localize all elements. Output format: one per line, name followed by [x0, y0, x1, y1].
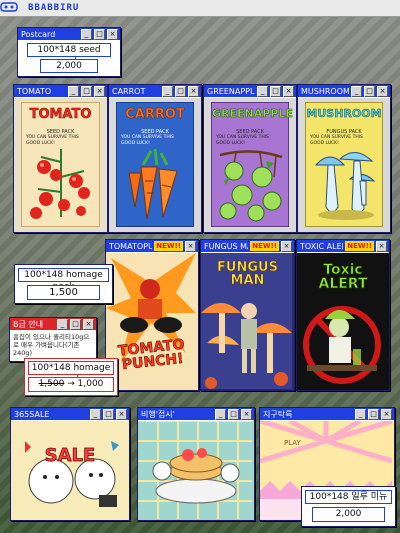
new-badge: NEW!! — [345, 241, 374, 251]
tomato-window[interactable]: TOMATO _ □ × TOMATO SEED PACK YOU CAN SU… — [13, 84, 108, 233]
window-title: TOXIC ALERT — [300, 241, 343, 251]
packet-name: MUSHROOM — [306, 107, 382, 121]
minimize-icon[interactable]: _ — [57, 318, 68, 330]
product-label: 100*148 seed pack — [27, 43, 111, 67]
art-title: Toxic ALERT — [318, 262, 368, 292]
packet-name: CARROT — [125, 107, 185, 123]
new-badge: NEW!! — [250, 241, 279, 251]
price-label: 2,000 — [40, 59, 98, 73]
window-title: TOMATOPUNCH! — [109, 241, 153, 251]
maximize-icon[interactable]: □ — [70, 318, 81, 330]
close-icon[interactable]: × — [241, 408, 252, 420]
sale-artwork — [11, 421, 127, 519]
window-title: CARROT — [112, 86, 146, 96]
minimize-icon[interactable]: _ — [90, 408, 101, 420]
packet-text: YOU CAN SURVIVE THIS GOOD LUCK! — [26, 135, 79, 146]
window-title: TOMATO — [17, 86, 52, 96]
new-price: 1,000 — [77, 379, 104, 389]
window-title: 지구탁륙 — [263, 409, 293, 419]
minimize-icon[interactable]: _ — [355, 408, 366, 420]
maximize-icon[interactable]: □ — [364, 85, 375, 97]
flying-plate-window[interactable]: 비행'접시' _ □ × — [137, 407, 255, 521]
minimize-icon[interactable]: _ — [81, 28, 92, 40]
old-price: 1,500 — [38, 379, 65, 389]
window-title: 비행'접시' — [141, 409, 175, 419]
toxicalert-window[interactable]: TOXIC ALERT NEW!! × Toxic ALERT — [296, 239, 390, 391]
minimize-icon[interactable]: _ — [351, 85, 362, 97]
b-grade-text: 흠집이 있으나 퀄리티10g으로 매우 가벼웁니다(기존 240g) — [13, 333, 90, 357]
maximize-icon[interactable]: □ — [175, 85, 186, 97]
close-icon[interactable]: × — [83, 318, 94, 330]
carrot-window[interactable]: CARROT _ □ × CARROT SEED PACK YOU CAN SU… — [108, 84, 202, 233]
close-icon[interactable]: × — [116, 408, 127, 420]
product-label: 100*148 homage pack — [28, 361, 114, 385]
app-logo[interactable]: BBABBIRU — [28, 3, 79, 13]
maximize-icon[interactable]: □ — [103, 408, 114, 420]
maximize-icon[interactable]: □ — [94, 28, 105, 40]
fungusman-window[interactable]: FUNGUS MAN NEW!! × FUNGUS MAN — [200, 239, 295, 391]
packet-text: YOU CAN SURVIVE THIS GOOD LUCK! — [216, 135, 269, 146]
sale-window[interactable]: 365SALE _ □ × SALE — [10, 407, 130, 521]
minimize-icon[interactable]: _ — [68, 85, 79, 97]
minimize-icon[interactable]: _ — [215, 408, 226, 420]
top-bar: BBABBIRU — [0, 0, 400, 17]
homage-pack-window[interactable]: 100*148 homage pack 1,500 — [14, 264, 113, 304]
logo-icon — [0, 1, 18, 15]
mushroom-illustration — [314, 152, 376, 220]
maximize-icon[interactable]: □ — [270, 85, 281, 97]
maximize-icon[interactable]: □ — [228, 408, 239, 420]
product-label: 100*148 homage pack — [18, 268, 109, 292]
maximize-icon[interactable]: □ — [81, 85, 92, 97]
new-badge: NEW!! — [154, 241, 183, 251]
window-title: GREENAPPLE — [207, 86, 255, 96]
close-icon[interactable]: × — [376, 240, 387, 252]
close-icon[interactable]: × — [381, 408, 392, 420]
close-icon[interactable]: × — [107, 28, 118, 40]
packet-name: TOMATO — [29, 107, 92, 123]
maximize-icon[interactable]: □ — [368, 408, 379, 420]
close-icon[interactable]: × — [185, 240, 196, 252]
close-icon[interactable]: × — [283, 85, 294, 97]
sale-price-row: 1,500 → 1,000 — [28, 377, 114, 392]
illust-pack-window[interactable]: 100*148 일루 미뉴 2,000 — [301, 486, 396, 527]
carrot-illustration — [128, 148, 178, 220]
art-title: SALE — [44, 445, 96, 466]
packet-text: YOU CAN SURVIVE THIS GOOD LUCK! — [121, 135, 174, 146]
art-title: FUNGUS MAN — [217, 260, 279, 288]
close-icon[interactable]: × — [281, 240, 292, 252]
window-title: B급 안내 — [13, 319, 44, 329]
packet-name: GREENAPPLE — [212, 107, 293, 121]
packet-text: YOU CAN SURVIVE THIS GOOD LUCK! — [310, 135, 363, 146]
postcard-window[interactable]: Postcard _ □ × 100*148 seed pack 2,000 — [17, 27, 121, 77]
window-title: MUSHROOM — [301, 86, 349, 96]
product-label: 100*148 일루 미뉴 — [305, 490, 392, 504]
close-icon[interactable]: × — [188, 85, 199, 97]
b-grade-window[interactable]: B급 안내 _ □ × 흠집이 있으나 퀄리티10g으로 매우 가벼웁니다(기존… — [9, 317, 97, 362]
seed-packet: TOMATO SEED PACK YOU CAN SURVIVE THIS GO… — [21, 102, 100, 227]
greenapple-illustration — [219, 150, 283, 222]
greenapple-window[interactable]: GREENAPPLE _ □ × GREENAPPLE SEED PACK YO… — [203, 84, 297, 233]
minimize-icon[interactable]: _ — [257, 85, 268, 97]
window-title: Postcard — [21, 29, 56, 39]
flying-plate-artwork — [138, 421, 252, 519]
close-icon[interactable]: × — [377, 85, 388, 97]
close-icon[interactable]: × — [94, 85, 105, 97]
tomato-illustration — [30, 149, 90, 219]
seed-packet: GREENAPPLE SEED PACK YOU CAN SURVIVE THI… — [211, 102, 293, 227]
price-label: 1,500 — [27, 285, 100, 300]
arrow-icon: → — [67, 379, 75, 389]
b-grade-price-window[interactable]: 100*148 homage pack 1,500 → 1,000 — [24, 358, 118, 396]
window-title: FUNGUS MAN — [204, 241, 248, 251]
mushroom-window[interactable]: MUSHROOM _ □ × MUSHROOM FUNGUS PACK YOU … — [297, 84, 391, 233]
price-label: 2,000 — [312, 507, 385, 522]
seed-packet: CARROT SEED PACK YOU CAN SURVIVE THIS GO… — [116, 102, 194, 227]
tomatopunch-window[interactable]: TOMATOPUNCH! NEW!! × TOMATO PUNCH! — [105, 239, 199, 391]
seed-packet: MUSHROOM FUNGUS PACK YOU CAN SURVIVE THI… — [305, 102, 383, 227]
window-title: 365SALE — [14, 409, 50, 419]
art-text: PLAY — [284, 439, 301, 447]
minimize-icon[interactable]: _ — [162, 85, 173, 97]
